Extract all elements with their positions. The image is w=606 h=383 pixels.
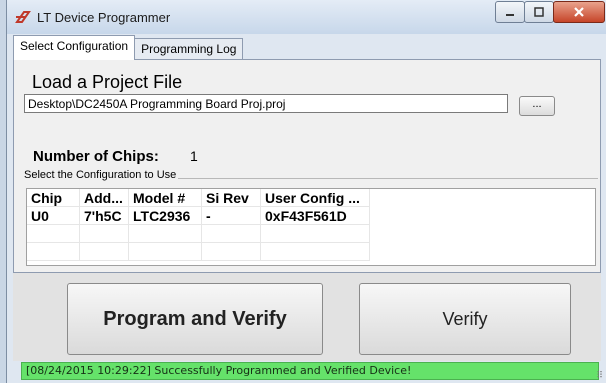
- column-header-si-rev[interactable]: Si Rev: [201, 189, 261, 207]
- maximize-button[interactable]: [524, 1, 554, 23]
- project-path-input[interactable]: [24, 94, 508, 113]
- configuration-grid[interactable]: Chip Add... Model # Si Rev User Config .…: [26, 188, 596, 266]
- maximize-icon: [534, 7, 544, 17]
- app-logo-icon: [15, 11, 31, 23]
- table-row[interactable]: U0 7'h5C LTC2936 - 0xF43F561D: [27, 206, 370, 225]
- configuration-table: Chip Add... Model # Si Rev User Config .…: [27, 189, 370, 261]
- cell-chip: U0: [27, 206, 80, 225]
- status-message: [08/24/2015 10:29:22] Successfully Progr…: [21, 362, 599, 380]
- table-row-empty: [27, 242, 370, 261]
- minimize-button[interactable]: [495, 1, 525, 23]
- tab-programming-log[interactable]: Programming Log: [134, 38, 244, 60]
- window-title: LT Device Programmer: [37, 10, 171, 25]
- window-controls: [495, 1, 605, 23]
- verify-button[interactable]: Verify: [359, 283, 571, 355]
- resize-grip-icon[interactable]: ⠿: [596, 370, 603, 381]
- tab-strip: Select Configuration Programming Log: [13, 35, 244, 60]
- title-bar[interactable]: LT Device Programmer: [7, 0, 606, 34]
- column-header-user-config[interactable]: User Config ...: [260, 189, 370, 207]
- number-of-chips-label: Number of Chips:: [33, 148, 159, 165]
- table-header-row: Chip Add... Model # Si Rev User Config .…: [27, 189, 370, 207]
- program-and-verify-button[interactable]: Program and Verify: [67, 283, 323, 355]
- number-of-chips-value: 1: [190, 148, 198, 164]
- cell-address: 7'h5C: [79, 206, 129, 225]
- table-row-empty: [27, 224, 370, 243]
- browse-button[interactable]: ...: [519, 96, 555, 116]
- close-button[interactable]: [553, 1, 605, 23]
- column-header-model[interactable]: Model #: [128, 189, 202, 207]
- column-header-address[interactable]: Add...: [79, 189, 129, 207]
- cell-user-config: 0xF43F561D: [260, 206, 370, 225]
- app-window: LT Device Programmer Select Configuratio…: [6, 0, 606, 383]
- configuration-panel: Load a Project File ... Number of Chips:…: [13, 59, 601, 273]
- cell-si-rev: -: [201, 206, 261, 225]
- column-header-chip[interactable]: Chip: [27, 189, 80, 207]
- minimize-icon: [506, 14, 514, 16]
- configuration-group-label: Select the Configuration to Use: [24, 169, 179, 181]
- action-area: Program and Verify Verify: [13, 273, 601, 361]
- load-project-heading: Load a Project File: [32, 72, 183, 92]
- cell-model: LTC2936: [128, 206, 202, 225]
- close-icon: [574, 7, 584, 17]
- tab-select-configuration[interactable]: Select Configuration: [13, 35, 136, 60]
